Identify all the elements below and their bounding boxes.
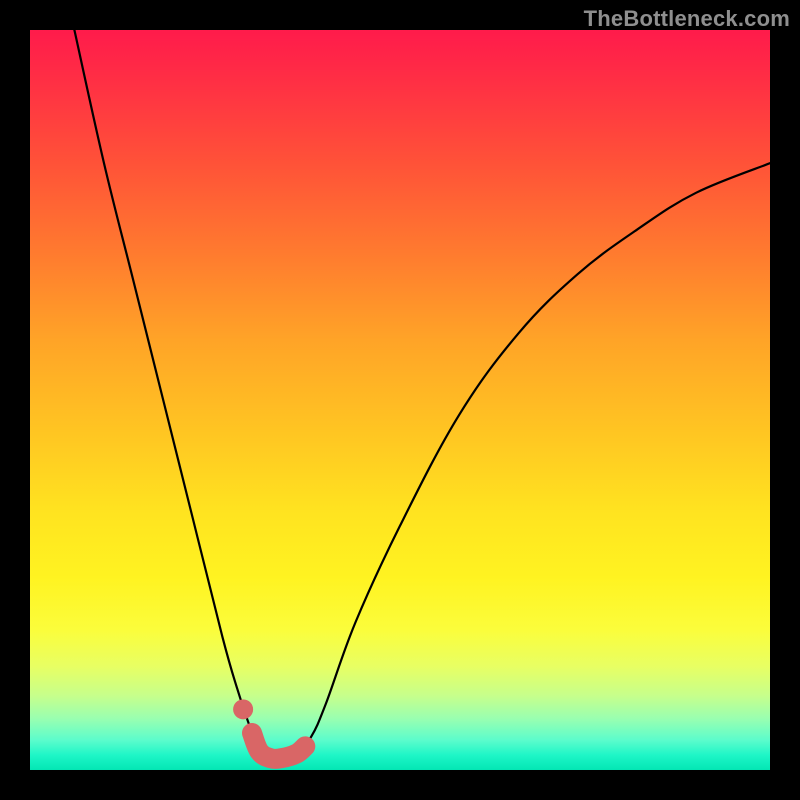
chart-stage: TheBottleneck.com: [0, 0, 800, 800]
curve-svg: [30, 30, 770, 770]
watermark-text: TheBottleneck.com: [584, 6, 790, 32]
optimal-range-highlight: [252, 733, 305, 759]
bottleneck-curve: [74, 30, 770, 759]
highlight-start-dot: [233, 699, 253, 719]
plot-area: [30, 30, 770, 770]
